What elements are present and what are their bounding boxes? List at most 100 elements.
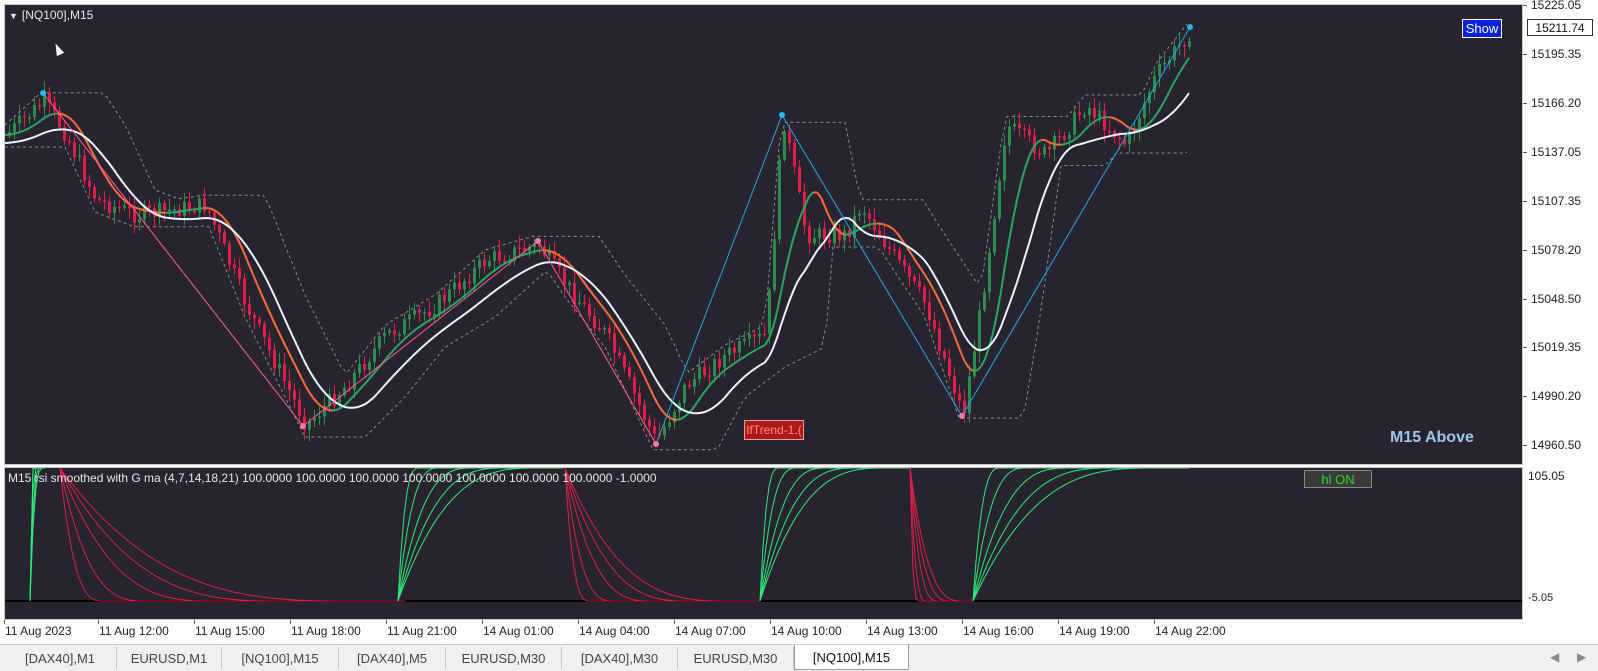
main-chart-panel[interactable]: ▼ [NQ100],M15	[4, 4, 1523, 465]
ma-fast-segment	[980, 358, 986, 367]
indicator-canvas[interactable]	[5, 468, 1523, 620]
ma-fast-segment	[76, 125, 82, 133]
candle-body	[598, 328, 601, 330]
ma-fast-segment	[260, 292, 266, 303]
ma-fast-segment	[316, 401, 322, 407]
candle-body	[393, 330, 396, 335]
rsi-line	[972, 468, 1189, 602]
rsi-line	[972, 468, 1189, 602]
ma-fast-segment	[388, 350, 394, 356]
time-tick-label: 14 Aug 10:00	[771, 624, 842, 638]
candle-body	[1048, 146, 1051, 150]
tab-dax40-m1[interactable]: [DAX40],M1	[4, 647, 117, 669]
ma-fast-segment	[336, 406, 342, 411]
chart-title[interactable]: ▼ [NQ100],M15	[9, 8, 93, 22]
ma-fast-segment	[288, 352, 294, 362]
ma-fast-segment	[608, 314, 614, 322]
candle-body	[993, 218, 996, 253]
ma-fast-segment	[752, 348, 758, 353]
ma-fast-segment	[788, 239, 794, 256]
tab-nq100-m15-active[interactable]: [NQ100],M15	[794, 645, 909, 670]
ma-fast-segment	[416, 324, 422, 330]
ma-fast-segment	[408, 330, 414, 336]
candle-body	[698, 366, 701, 379]
price-axis[interactable]: 15225.05 15195.35 15166.20 15137.05 15107.35…	[1523, 0, 1598, 467]
rsi-line	[564, 468, 760, 602]
ma-fast-segment	[824, 206, 830, 217]
ma-fast-segment	[744, 353, 750, 358]
price-tick-label: 15078.20	[1531, 243, 1582, 257]
ma-fast-segment	[500, 262, 506, 267]
ma-fast-segment	[548, 249, 554, 254]
candle-body	[388, 330, 391, 334]
candle-body	[428, 312, 431, 317]
ma-fast-segment	[964, 361, 970, 369]
ma-fast-segment	[184, 209, 190, 212]
candle-body	[1053, 136, 1056, 150]
candle-body	[833, 229, 836, 244]
ma-fast-segment	[324, 407, 330, 412]
chart-window[interactable]: ▼ [NQ100],M15 Show IfTrend-1.( M15 Above …	[0, 0, 1598, 644]
tab-eurusd-m30-2[interactable]: EURUSD,M30	[678, 647, 794, 669]
ma-fast-segment	[488, 270, 494, 276]
ma-fast-segment	[1152, 112, 1158, 120]
candle-body	[708, 375, 711, 377]
tab-eurusd-m1[interactable]: EURUSD,M1	[117, 647, 222, 669]
ma-fast-segment	[676, 417, 682, 421]
indicator-panel[interactable]: M15 rsi smoothed with G ma (4,7,14,18,21…	[4, 467, 1523, 620]
candle-body	[903, 259, 906, 267]
tab-dax40-m5[interactable]: [DAX40],M5	[339, 647, 446, 669]
ma-fast-segment	[888, 225, 894, 230]
ma-fast-segment	[292, 360, 298, 370]
ma-fast-segment	[400, 337, 406, 344]
ma-fast-segment	[20, 129, 26, 133]
ma-fast-segment	[692, 402, 698, 409]
candle-body	[113, 206, 116, 214]
price-chart-canvas[interactable]	[5, 5, 1523, 465]
ma-fast-segment	[472, 284, 478, 290]
chevron-down-icon[interactable]: ▼	[9, 11, 18, 21]
ma-fast-segment	[740, 355, 746, 360]
ma-fast-segment	[436, 312, 442, 317]
ma-fast-segment	[1060, 143, 1066, 146]
rsi-line	[909, 468, 973, 602]
arrow-left-icon[interactable]: ◀	[1550, 650, 1559, 664]
time-axis[interactable]: 11 Aug 2023 11 Aug 12:00 11 Aug 15:00 11 Au…	[0, 620, 1598, 644]
ma-fast-segment	[696, 396, 702, 404]
ma-fast-segment	[140, 208, 146, 212]
ma-fast-segment	[36, 119, 42, 125]
ma-fast-segment	[1020, 168, 1026, 183]
tab-nq100-m15[interactable]: [NQ100],M15	[222, 647, 339, 669]
ma-fast-segment	[264, 301, 270, 312]
zigzag-line	[42, 92, 304, 427]
tab-dax40-m30[interactable]: [DAX40],M30	[562, 647, 678, 669]
tab-eurusd-m30[interactable]: EURUSD,M30	[446, 647, 562, 669]
ma-fast-segment	[592, 293, 598, 301]
hl-toggle-button[interactable]: hl ON	[1304, 470, 1372, 488]
candle-body	[868, 213, 871, 219]
candle-body	[258, 318, 261, 324]
ma-fast-segment	[136, 207, 142, 211]
rsi-line	[909, 468, 973, 602]
ma-fast-segment	[72, 120, 78, 127]
candle-body	[498, 251, 501, 261]
ma-fast-segment	[476, 280, 482, 286]
ma-fast-segment	[1100, 116, 1106, 120]
time-tick-label: 14 Aug 04:00	[579, 624, 650, 638]
ma-fast-segment	[628, 346, 634, 355]
arrow-right-icon[interactable]: ▶	[1577, 650, 1586, 664]
ma-fast-segment	[620, 332, 626, 341]
candle-body	[588, 304, 591, 317]
rsi-line	[397, 468, 563, 602]
ma-fast-segment	[1116, 118, 1122, 123]
ma-fast-segment	[1112, 116, 1118, 121]
candle-body	[1118, 137, 1121, 140]
indicator-axis[interactable]: 105.05 -5.05	[1523, 467, 1598, 621]
candle-body	[493, 251, 496, 262]
ma-fast-segment	[300, 376, 306, 386]
candle-body	[368, 362, 371, 370]
candle-body	[618, 352, 621, 356]
candle-body	[1088, 108, 1091, 116]
ma-fast-segment	[276, 328, 282, 338]
show-button[interactable]: Show	[1462, 19, 1502, 38]
